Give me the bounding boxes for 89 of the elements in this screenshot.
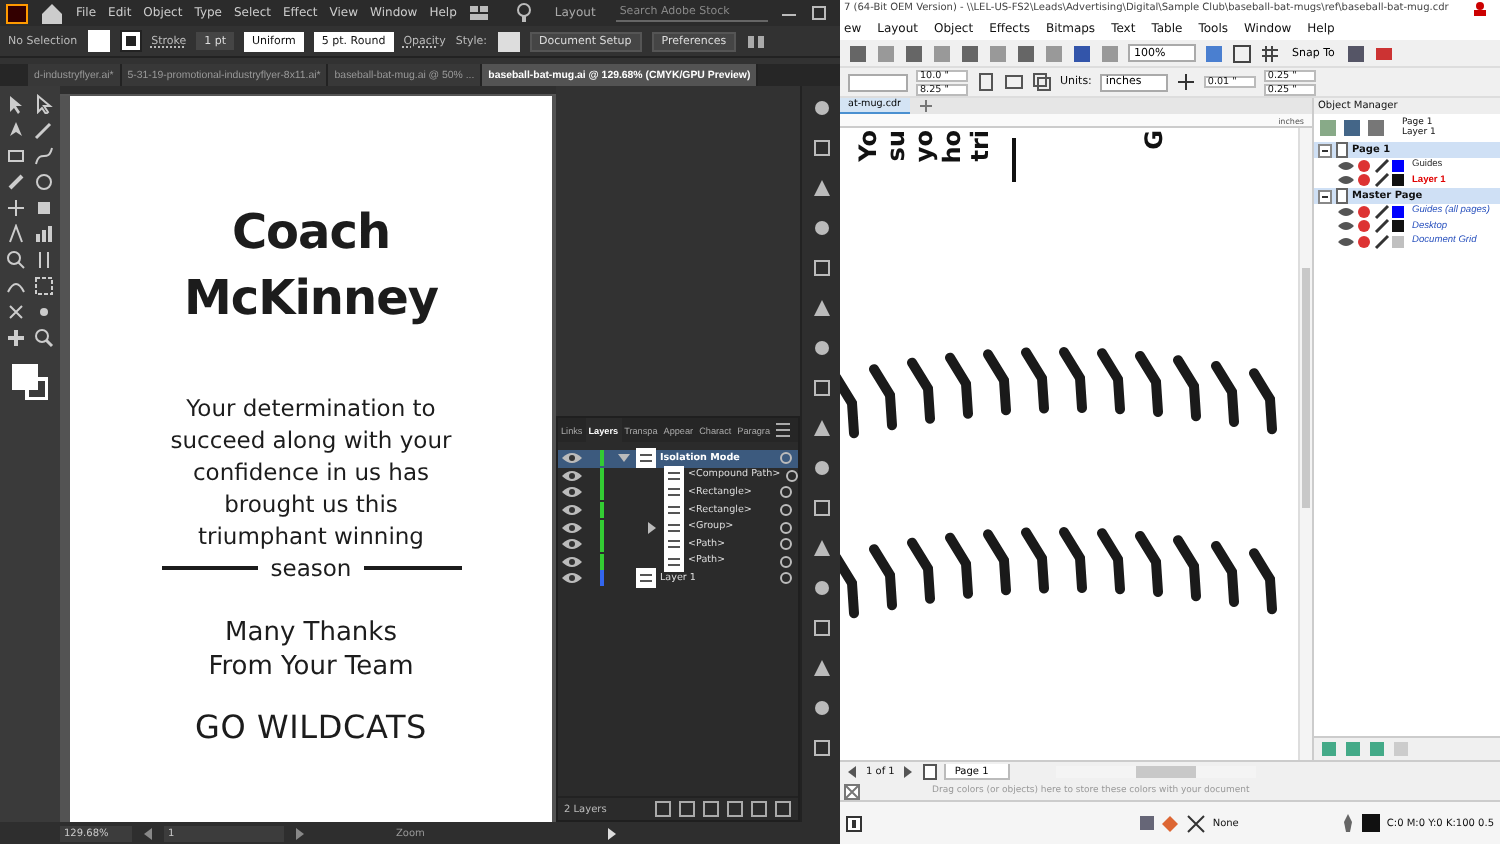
rotated-text: G bbox=[1142, 130, 1168, 150]
rotated-text: yo bbox=[912, 130, 938, 163]
target-circle-icon[interactable] bbox=[778, 570, 794, 587]
magnifier-tool-icon[interactable] bbox=[6, 250, 26, 270]
horizontal-scrollbar[interactable] bbox=[1056, 766, 1257, 778]
app-logo bbox=[6, 3, 28, 23]
fill-bucket-icon[interactable] bbox=[1162, 814, 1181, 832]
target-circle-icon[interactable] bbox=[778, 502, 794, 519]
layer-thumbnail-icon[interactable] bbox=[636, 448, 656, 469]
landscape-icon[interactable] bbox=[1004, 72, 1024, 92]
line-tool-icon[interactable] bbox=[34, 120, 54, 140]
caret-tool-icon[interactable] bbox=[6, 224, 26, 244]
thanks-text: Many Thanks bbox=[223, 616, 399, 650]
collapsed-arrow-icon[interactable] bbox=[644, 519, 660, 536]
no-fill-icon bbox=[1186, 813, 1207, 833]
stroke-swatch-icon[interactable] bbox=[119, 30, 142, 52]
cross-tool-icon[interactable] bbox=[6, 302, 26, 322]
target-circle-icon[interactable] bbox=[784, 467, 801, 484]
plus-tool-icon[interactable] bbox=[6, 328, 26, 348]
pen-tool-icon[interactable] bbox=[6, 120, 26, 140]
target-circle-icon[interactable] bbox=[778, 519, 794, 536]
no-color-swatch-icon[interactable] bbox=[844, 783, 860, 799]
outline-pen-icon[interactable] bbox=[1340, 814, 1357, 832]
signoff-text: GO WILDCATS bbox=[195, 708, 427, 746]
cursor-info-icon[interactable] bbox=[846, 815, 862, 831]
maximize-icon[interactable] bbox=[809, 3, 828, 23]
arrange-icon[interactable] bbox=[746, 31, 767, 51]
eye-icon[interactable] bbox=[562, 570, 582, 587]
vertical-scrollbar[interactable] bbox=[1298, 128, 1312, 760]
layer-thumbnail-icon[interactable] bbox=[664, 534, 684, 555]
marquee-tool-icon[interactable] bbox=[34, 276, 54, 296]
first-page-icon[interactable] bbox=[844, 764, 860, 780]
direct-selection-tool-icon[interactable] bbox=[34, 94, 54, 114]
next-page-icon[interactable] bbox=[900, 764, 917, 780]
workspace-grid-icon[interactable] bbox=[468, 2, 491, 24]
target-circle-icon[interactable] bbox=[778, 450, 794, 467]
square-tool-icon[interactable] bbox=[34, 198, 54, 218]
style-swatch-icon[interactable] bbox=[497, 31, 520, 51]
collapse-box-icon[interactable] bbox=[1318, 189, 1332, 203]
brush-tool-icon[interactable] bbox=[6, 172, 26, 192]
all-pages-icon[interactable] bbox=[1032, 72, 1052, 92]
fill-stroke-icon[interactable] bbox=[12, 364, 48, 400]
target-circle-icon[interactable] bbox=[778, 553, 794, 570]
scrollbar-thumb[interactable] bbox=[1136, 766, 1197, 778]
layer-thumbnail-icon[interactable] bbox=[664, 482, 684, 503]
heading-text: McKinney bbox=[183, 268, 439, 330]
message-text: season bbox=[270, 552, 352, 584]
layer-thumbnail-icon[interactable] bbox=[664, 551, 684, 572]
dot-tool-icon[interactable] bbox=[34, 302, 54, 322]
lightbulb-icon[interactable] bbox=[514, 2, 535, 24]
ellipse-tool-icon[interactable] bbox=[34, 172, 54, 192]
rectangle-tool-icon[interactable] bbox=[6, 146, 26, 166]
add-page-icon[interactable] bbox=[922, 764, 939, 780]
layer-thumbnail-icon[interactable] bbox=[664, 500, 684, 521]
target-circle-icon[interactable] bbox=[778, 536, 794, 553]
grid-icon[interactable] bbox=[1260, 43, 1280, 63]
user-icon[interactable] bbox=[1472, 0, 1489, 16]
text-cursor-line bbox=[1012, 138, 1016, 182]
heading-text: Coach bbox=[231, 202, 391, 264]
eye-icon[interactable] bbox=[562, 519, 582, 536]
rotated-text: Yo bbox=[856, 130, 882, 162]
eye-icon[interactable] bbox=[562, 484, 582, 501]
rotated-text: su bbox=[884, 130, 910, 162]
outline-color-icon bbox=[1362, 814, 1381, 832]
page-icon bbox=[1336, 142, 1348, 158]
crosshair-tool-icon[interactable] bbox=[6, 198, 26, 218]
thanks-text: From Your Team bbox=[208, 650, 414, 684]
portrait-icon[interactable] bbox=[976, 72, 996, 92]
eye-icon[interactable] bbox=[562, 450, 582, 467]
panel-menu-icon[interactable] bbox=[773, 420, 792, 440]
rotated-text: ho bbox=[940, 130, 966, 164]
eye-icon[interactable] bbox=[562, 553, 582, 570]
nudge-icon bbox=[1175, 72, 1196, 92]
collapse-box-icon[interactable] bbox=[1318, 143, 1332, 157]
zoom-tool-icon[interactable] bbox=[34, 328, 54, 348]
eye-icon[interactable] bbox=[562, 467, 582, 484]
eye-icon[interactable] bbox=[562, 536, 582, 553]
bar-graph-tool-icon[interactable] bbox=[34, 224, 54, 244]
rulers-icon[interactable] bbox=[1232, 43, 1252, 63]
layer-thumbnail-icon[interactable] bbox=[636, 568, 656, 589]
column-tool-icon[interactable] bbox=[34, 250, 54, 270]
fill-swatch-icon[interactable] bbox=[87, 30, 110, 52]
expanded-arrow-icon[interactable] bbox=[616, 450, 632, 467]
curve-tool-icon[interactable] bbox=[34, 146, 54, 166]
rotated-text: tri bbox=[968, 130, 994, 162]
target-circle-icon[interactable] bbox=[778, 484, 794, 501]
eye-icon[interactable] bbox=[562, 502, 582, 519]
selection-tool-icon[interactable] bbox=[6, 94, 26, 114]
page-icon bbox=[1336, 188, 1348, 204]
